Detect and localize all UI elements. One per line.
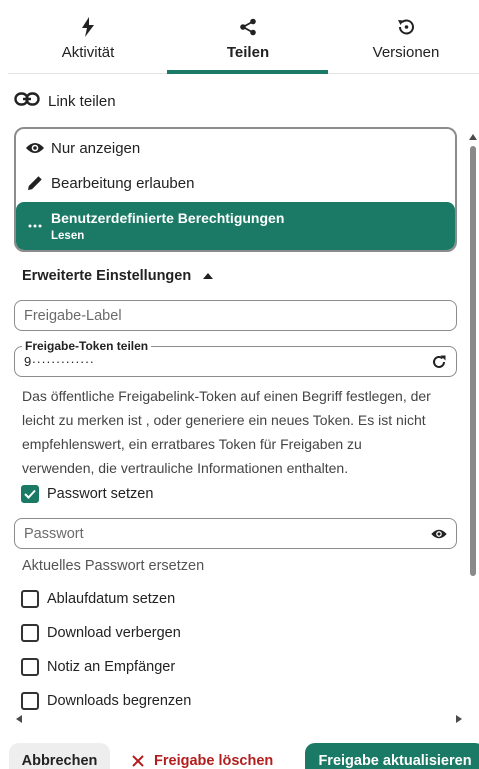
share-link-label: Link teilen: [48, 92, 116, 110]
link-icon: [14, 92, 48, 110]
refresh-icon[interactable]: [430, 353, 448, 371]
checkbox-checked: [21, 485, 39, 503]
note-recipient-checkbox[interactable]: Notiz an Empfänger: [21, 658, 175, 676]
checkbox-label: Notiz an Empfänger: [47, 659, 176, 675]
share-token-field[interactable]: Freigabe-Token teilen 9·············: [14, 339, 457, 377]
vertical-scrollbar[interactable]: [468, 128, 479, 580]
scroll-left-arrow-icon[interactable]: [16, 715, 22, 723]
close-icon: [132, 755, 144, 767]
cancel-button[interactable]: Abbrechen: [9, 743, 110, 769]
checkbox-label: Download verbergen: [47, 625, 181, 641]
tab-label: Teilen: [226, 44, 270, 61]
checkbox-unchecked: [21, 692, 39, 710]
hide-download-checkbox[interactable]: Download verbergen: [21, 624, 181, 642]
permission-label: Bearbeitung erlauben: [51, 174, 195, 192]
checkbox-unchecked: [21, 590, 39, 608]
delete-share-label: Freigabe löschen: [154, 753, 274, 769]
permission-allow-edit[interactable]: Bearbeitung erlauben: [16, 169, 455, 197]
permission-label: Benutzerdefinierte Berechtigungen: [51, 210, 285, 226]
checkbox-label: Ablaufdatum setzen: [47, 591, 176, 607]
checkbox-label: Downloads begrenzen: [47, 693, 192, 709]
update-share-button[interactable]: Freigabe aktualisieren: [305, 743, 479, 769]
checkbox-label: Passwort setzen: [47, 486, 154, 502]
tab-share[interactable]: Teilen: [196, 0, 300, 74]
password-placeholder: Passwort: [24, 526, 84, 542]
horizontal-scrollbar[interactable]: [14, 713, 464, 725]
history-icon: [396, 16, 416, 38]
dots-icon: [24, 215, 46, 237]
permissions-list: Nur anzeigen Bearbeitung erlauben Benutz…: [14, 127, 457, 252]
eye-icon[interactable]: [430, 525, 448, 543]
pencil-icon: [24, 172, 46, 194]
scroll-up-arrow-icon[interactable]: [469, 134, 477, 140]
password-field[interactable]: Passwort: [14, 518, 457, 549]
active-tab-indicator: [167, 70, 328, 74]
eye-icon: [24, 137, 46, 159]
limit-downloads-checkbox[interactable]: Downloads begrenzen: [21, 692, 191, 710]
permission-sublabel: Lesen: [51, 230, 85, 242]
share-token-value: 9·············: [24, 354, 95, 369]
share-token-label: Freigabe-Token teilen: [22, 339, 152, 353]
permission-view-only[interactable]: Nur anzeigen: [16, 134, 455, 162]
password-hint: Aktuelles Passwort ersetzen: [22, 558, 205, 574]
token-description: Das öffentliche Freigabelink-Token auf e…: [22, 388, 431, 476]
permission-label: Nur anzeigen: [51, 139, 141, 157]
caret-up-icon: [203, 273, 214, 279]
share-link-title: Link teilen: [14, 92, 116, 110]
set-password-checkbox[interactable]: Passwort setzen: [21, 485, 153, 503]
scroll-right-arrow-icon[interactable]: [456, 715, 462, 723]
tab-label: Versionen: [372, 44, 440, 61]
sidebar-tabs: Aktivität Teilen Versionen: [8, 0, 479, 74]
scrollbar-thumb[interactable]: [470, 146, 476, 576]
share-label-placeholder: Freigabe-Label: [24, 308, 122, 324]
permission-custom[interactable]: Benutzerdefinierte Berechtigungen Lesen: [16, 202, 455, 250]
share-label-field[interactable]: Freigabe-Label: [14, 300, 457, 331]
advanced-settings-toggle[interactable]: Erweiterte Einstellungen: [22, 268, 214, 284]
checkbox-unchecked: [21, 658, 39, 676]
advanced-settings-label: Erweiterte Einstellungen: [22, 268, 192, 284]
expiration-checkbox[interactable]: Ablaufdatum setzen: [21, 590, 175, 608]
delete-share-button[interactable]: Freigabe löschen: [120, 743, 290, 769]
tab-activity[interactable]: Aktivität: [36, 0, 140, 74]
checkbox-unchecked: [21, 624, 39, 642]
share-icon: [239, 16, 257, 38]
tab-versions[interactable]: Versionen: [354, 0, 458, 74]
tab-label: Aktivität: [61, 44, 115, 61]
lightning-icon: [81, 16, 95, 38]
